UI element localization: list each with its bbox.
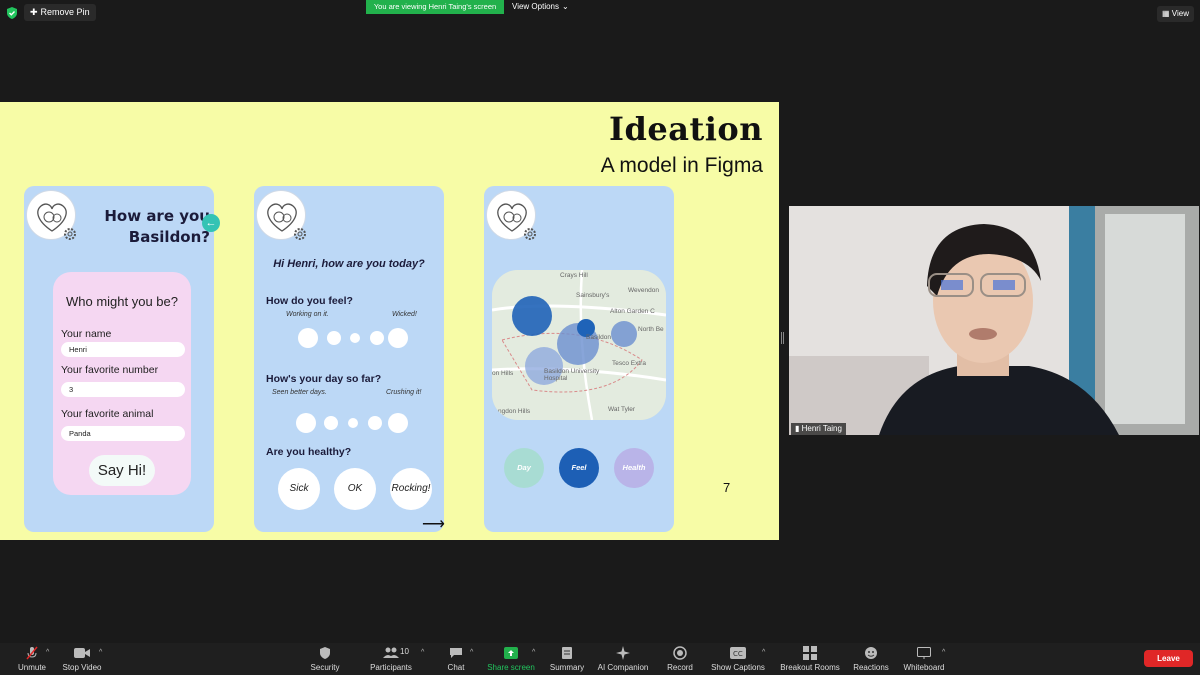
slide-title: Ideation: [609, 110, 763, 148]
tab-day: Day: [504, 448, 544, 488]
chat-chevron-icon[interactable]: ^: [470, 649, 473, 656]
video-options-chevron-icon[interactable]: ^: [99, 649, 102, 656]
leave-button[interactable]: Leave: [1144, 650, 1193, 667]
muted-mic-icon: [22, 646, 42, 660]
day-low-label: Seen better days.: [272, 389, 327, 396]
day-scale-dot: [324, 416, 338, 430]
tab-feel: Feel: [559, 448, 599, 488]
resize-handle[interactable]: [781, 332, 784, 344]
remove-pin-button[interactable]: ✚ Remove Pin: [24, 4, 96, 21]
security-button[interactable]: Security: [290, 646, 360, 672]
participants-button[interactable]: Participants: [356, 646, 426, 672]
participants-count: 10: [400, 647, 409, 656]
day-high-label: Crushing it!: [386, 389, 422, 396]
feel-scale-dot: [388, 328, 408, 348]
health-option-ok: OK: [334, 468, 376, 510]
video-camera-icon: [72, 646, 92, 660]
share-screen-icon: [501, 646, 521, 660]
svg-text:CC: CC: [733, 650, 743, 658]
whiteboard-chevron-icon[interactable]: ^: [942, 649, 945, 656]
day-scale-dot: [368, 416, 382, 430]
mockup-screen-map: Crays Hill Sainsbury's Wevendon Alton Ga…: [484, 186, 674, 532]
participant-video[interactable]: [789, 206, 1199, 435]
form-heading: Who might you be?: [65, 294, 178, 309]
view-options-dropdown[interactable]: View Options ⌄: [508, 0, 573, 14]
participants-icon: [381, 646, 401, 660]
health-option-sick: Sick: [278, 468, 320, 510]
area-map: Crays Hill Sainsbury's Wevendon Alton Ga…: [492, 270, 666, 420]
whiteboard-icon: [914, 646, 934, 660]
shield-icon: [315, 646, 335, 660]
next-arrow-icon: ⟶: [422, 516, 445, 533]
pin-icon: ✚: [30, 7, 38, 17]
greeting-text: Hi Henri, how are you today?: [273, 258, 425, 270]
slide-page-number: 7: [723, 480, 731, 495]
viewing-screen-banner: You are viewing Henri Taing's screen: [366, 0, 504, 14]
back-arrow-icon: ←: [202, 214, 220, 232]
feel-high-label: Wicked!: [392, 311, 417, 318]
signal-bars-icon: ▮: [795, 424, 802, 433]
stop-video-button[interactable]: Stop Video: [47, 646, 117, 672]
gear-icon: [294, 228, 306, 240]
record-icon: [670, 646, 690, 660]
mockup-screen-checkin: Hi Henri, how are you today? How do you …: [254, 186, 445, 533]
day-scale-dot: [296, 413, 316, 433]
feel-scale-dot: [370, 331, 384, 345]
captions-icon: CC: [728, 646, 748, 660]
animal-field: Panda: [61, 426, 185, 441]
field-label-name: Your name: [61, 328, 112, 340]
chat-icon: [446, 646, 466, 660]
gear-icon: [64, 228, 76, 240]
map-bubble: [611, 321, 637, 347]
tab-health: Health: [614, 448, 654, 488]
day-scale-dot: [388, 413, 408, 433]
feel-scale-dot: [327, 331, 341, 345]
shared-slide: Ideation A model in Figma 7 How are you …: [0, 102, 779, 540]
profile-form-card: Who might you be? Your name Henri Your f…: [53, 272, 191, 495]
reactions-icon: [861, 646, 881, 660]
participant-name-label: ▮ Henri Taing: [791, 423, 846, 435]
field-label-animal: Your favorite animal: [61, 408, 154, 420]
breakout-rooms-icon: [800, 646, 820, 660]
summary-icon: [557, 646, 577, 660]
sparkle-icon: [613, 646, 633, 660]
health-option-rocking: Rocking!: [390, 468, 432, 510]
question-health: Are you healthy?: [266, 446, 352, 458]
number-field: 3: [61, 382, 185, 397]
view-button[interactable]: ▦ View: [1157, 6, 1194, 22]
question-feel: How do you feel?: [266, 295, 353, 307]
name-field: Henri: [61, 342, 185, 357]
video-feed-image: [789, 206, 1199, 435]
captions-chevron-icon[interactable]: ^: [762, 649, 765, 656]
question-day: How's your day so far?: [266, 373, 382, 385]
chevron-down-icon: ⌄: [562, 2, 569, 11]
breakout-rooms-button[interactable]: Breakout Rooms: [775, 646, 845, 672]
welcome-heading: How are you Basildon?: [104, 207, 210, 246]
feel-scale-dot: [298, 328, 318, 348]
slide-subtitle: A model in Figma: [600, 154, 763, 177]
security-shield-icon[interactable]: [5, 6, 19, 20]
feel-low-label: Working on it.: [286, 311, 329, 318]
day-scale-dot: [348, 418, 358, 428]
field-label-number: Your favorite number: [61, 364, 159, 376]
gear-icon: [524, 228, 536, 240]
say-hi-button: Say Hi!: [89, 455, 155, 486]
feel-scale-dot: [350, 333, 360, 343]
mockup-screen-welcome: How are you Basildon? ← Who might you be…: [24, 186, 220, 532]
whiteboard-button[interactable]: Whiteboard: [889, 646, 959, 672]
map-bubble: [512, 296, 552, 336]
